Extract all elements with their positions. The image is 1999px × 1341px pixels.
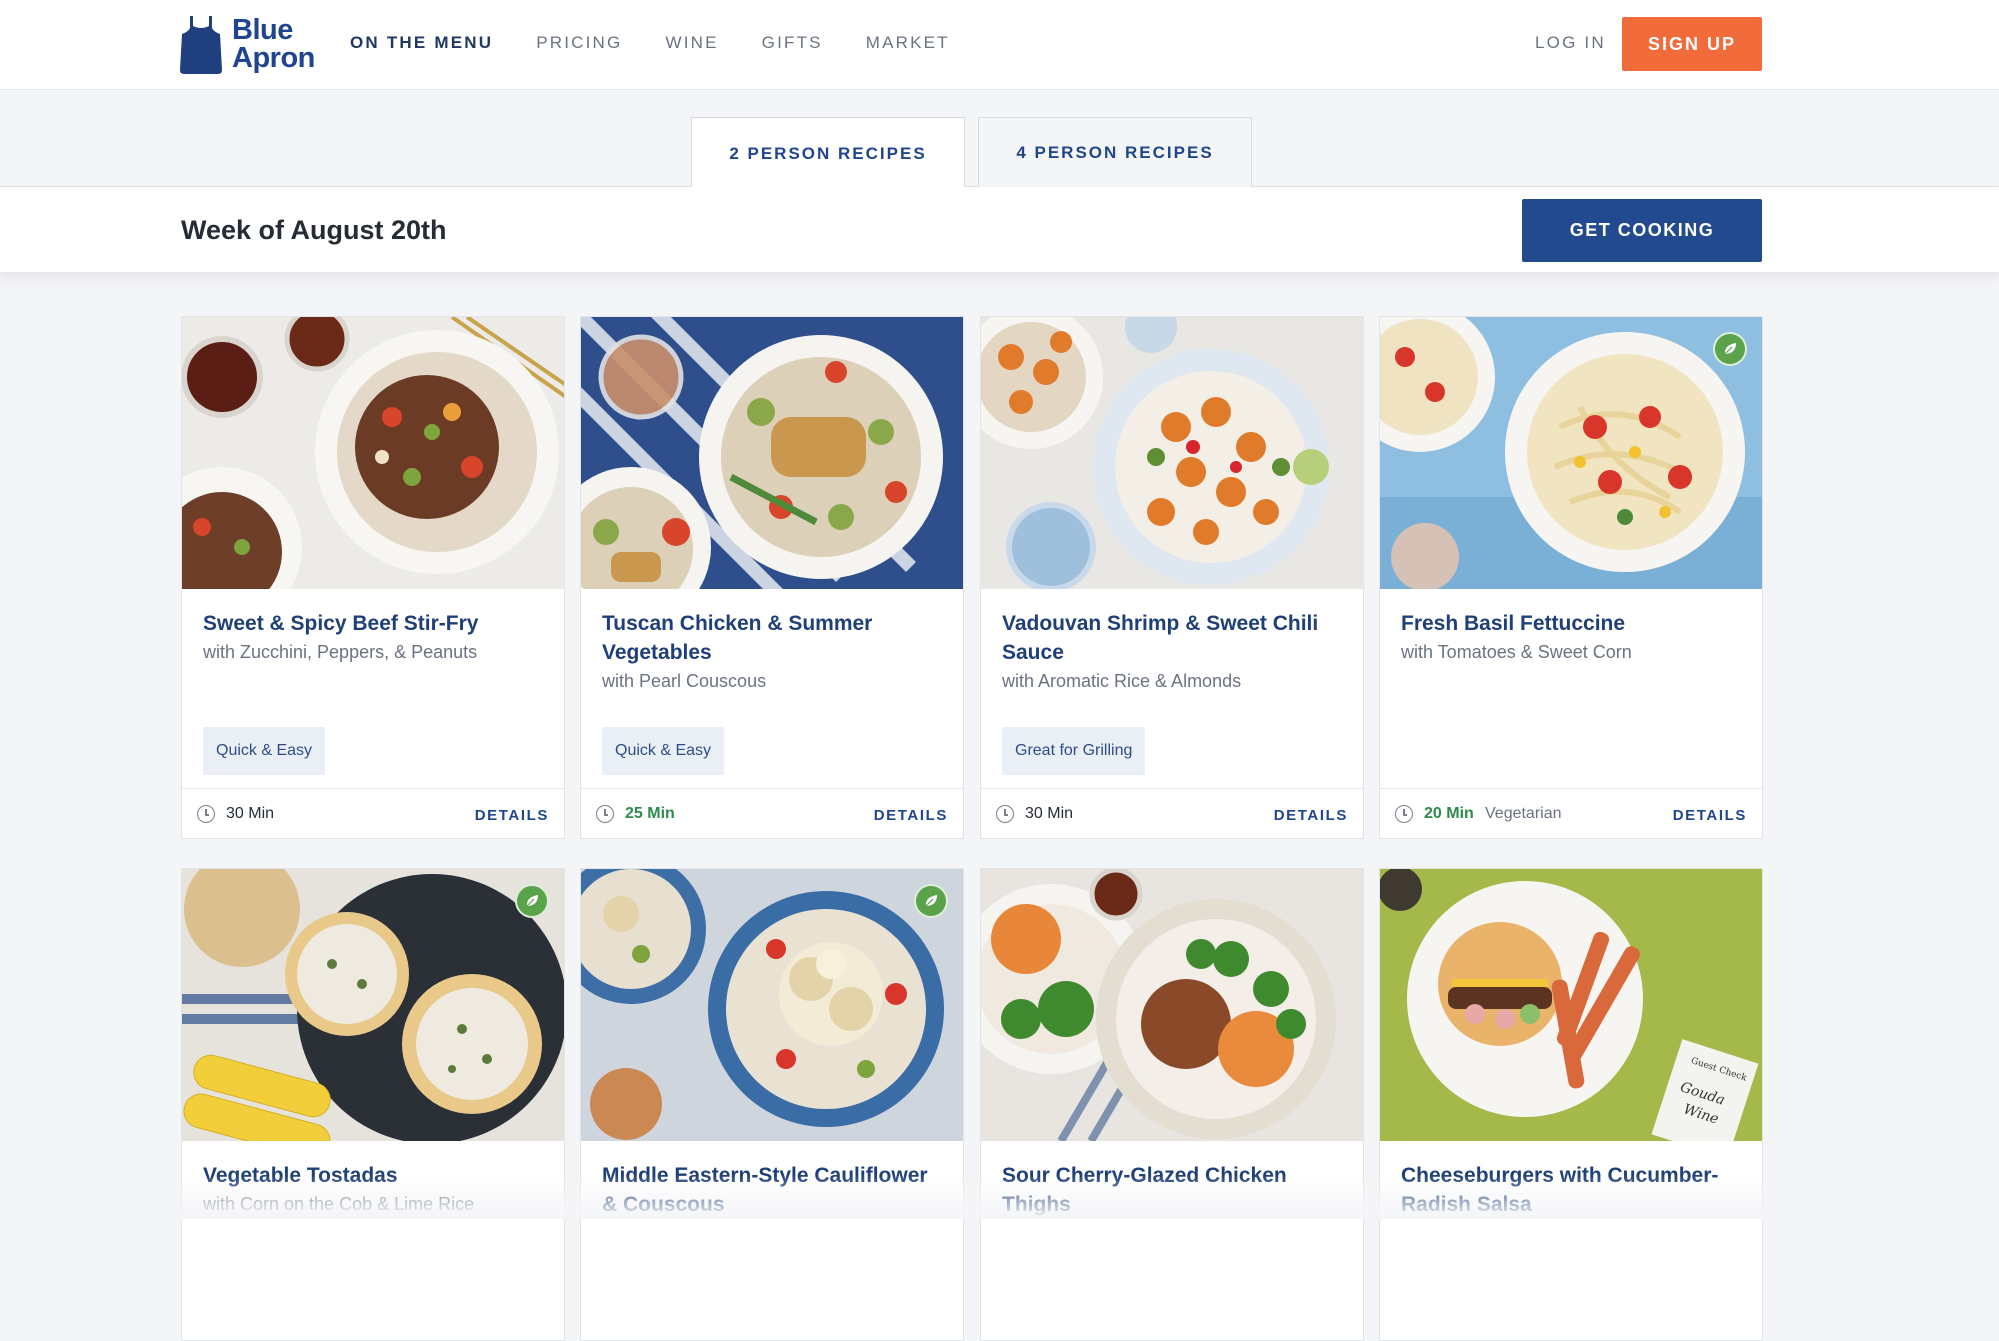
recipe-image: [981, 869, 1363, 1141]
recipe-tag: Great for Grilling: [1002, 727, 1146, 775]
clock-icon: [1395, 805, 1413, 823]
signup-button[interactable]: SIGN UP: [1622, 17, 1762, 71]
recipe-info: Middle Eastern-Style Cauliflower & Cousc…: [581, 1141, 963, 1340]
nav-gifts[interactable]: GIFTS: [762, 33, 823, 53]
recipe-image: [981, 317, 1363, 589]
recipe-image: [182, 869, 564, 1141]
logo-wordmark: Blue Apron: [232, 14, 315, 74]
recipe-info: Fresh Basil Fettuccine with Tomatoes & S…: [1380, 589, 1762, 788]
recipe-title: Fresh Basil Fettuccine: [1401, 612, 1626, 635]
get-cooking-button[interactable]: GET COOKING: [1522, 199, 1762, 262]
clock-icon: [996, 805, 1014, 823]
week-bar: Week of August 20th GET COOKING: [0, 187, 1999, 273]
recipe-card[interactable]: Vegetable Tostadas with Corn on the Cob …: [181, 868, 565, 1341]
cook-time: 25 Min: [625, 805, 675, 822]
recipe-subtitle: with Corn on the Cob & Lime Rice: [203, 1194, 475, 1214]
recipe-subtitle: with Pearl Couscous: [602, 671, 767, 691]
recipe-card[interactable]: Middle Eastern-Style Cauliflower & Cousc…: [580, 868, 964, 1341]
nav-market[interactable]: MARKET: [866, 33, 950, 53]
recipe-image: [182, 317, 564, 589]
recipe-footer: 20 Min Vegetarian DETAILS: [1380, 788, 1762, 838]
top-navigation: Blue Apron ON THE MENU PRICING WINE GIFT…: [0, 0, 1999, 90]
login-link[interactable]: LOG IN: [1535, 33, 1606, 53]
recipe-title: Tuscan Chicken & Summer Vegetables: [602, 612, 873, 664]
recipe-title: Vadouvan Shrimp & Sweet Chili Sauce: [1002, 612, 1319, 664]
recipe-info: Tuscan Chicken & Summer Vegetables with …: [581, 589, 963, 788]
cook-time: 20 Min: [1424, 805, 1474, 822]
recipe-title: Middle Eastern-Style Cauliflower & Cousc…: [602, 1164, 928, 1216]
recipe-card[interactable]: Fresh Basil Fettuccine with Tomatoes & S…: [1379, 316, 1763, 839]
details-link[interactable]: DETAILS: [874, 807, 948, 824]
vegetarian-leaf-icon: [1713, 332, 1747, 366]
recipe-image: [581, 317, 963, 589]
recipe-footer: 30 Min DETAILS: [981, 788, 1363, 838]
recipe-info: Vadouvan Shrimp & Sweet Chili Sauce with…: [981, 589, 1363, 788]
tab-2-person-recipes[interactable]: 2 PERSON RECIPES: [691, 117, 965, 189]
recipe-title: Cheeseburgers with Cucumber-Radish Salsa: [1401, 1164, 1719, 1216]
nav-wine[interactable]: WINE: [665, 33, 718, 53]
recipe-image: Guest Check Gouda Wine: [1380, 869, 1762, 1141]
clock-icon: [197, 805, 215, 823]
apron-icon: [180, 16, 222, 74]
recipe-title: Sour Cherry-Glazed Chicken Thighs: [1002, 1164, 1287, 1216]
tab-4-person-recipes[interactable]: 4 PERSON RECIPES: [978, 117, 1252, 188]
cook-time: 30 Min: [1025, 805, 1074, 822]
recipe-image: [1380, 317, 1762, 589]
main-menu: ON THE MENU PRICING WINE GIFTS MARKET: [350, 0, 993, 86]
details-link[interactable]: DETAILS: [1673, 807, 1747, 824]
nav-pricing[interactable]: PRICING: [536, 33, 622, 53]
recipe-card[interactable]: Vadouvan Shrimp & Sweet Chili Sauce with…: [980, 316, 1364, 839]
vegetarian-leaf-icon: [914, 884, 948, 918]
recipe-subtitle: with Tomatoes & Sweet Corn: [1401, 642, 1632, 662]
recipe-tag: Quick & Easy: [203, 727, 326, 775]
week-title: Week of August 20th: [181, 215, 447, 245]
recipe-image: [581, 869, 963, 1141]
recipe-info: Sour Cherry-Glazed Chicken Thighs: [981, 1141, 1363, 1340]
cook-time: 30 Min: [226, 805, 275, 822]
recipe-tag: Quick & Easy: [602, 727, 725, 775]
recipe-footer: 25 Min DETAILS: [581, 788, 963, 838]
recipe-subtitle: with Zucchini, Peppers, & Peanuts: [203, 642, 478, 662]
recipe-footer: 30 Min DETAILS: [182, 788, 564, 838]
blue-apron-logo[interactable]: Blue Apron: [180, 14, 315, 74]
details-link[interactable]: DETAILS: [475, 807, 549, 824]
diet-label: Vegetarian: [1485, 805, 1562, 822]
nav-on-the-menu[interactable]: ON THE MENU: [350, 33, 493, 53]
recipe-info: Cheeseburgers with Cucumber-Radish Salsa: [1380, 1141, 1762, 1340]
servings-tabs: 2 PERSON RECIPES 4 PERSON RECIPES: [0, 91, 1999, 189]
recipe-title: Vegetable Tostadas: [203, 1164, 398, 1187]
recipe-title: Sweet & Spicy Beef Stir-Fry: [203, 612, 479, 635]
recipe-card[interactable]: Sweet & Spicy Beef Stir-Fry with Zucchin…: [181, 316, 565, 839]
recipe-subtitle: with Aromatic Rice & Almonds: [1002, 671, 1242, 691]
recipe-card[interactable]: Tuscan Chicken & Summer Vegetables with …: [580, 316, 964, 839]
details-link[interactable]: DETAILS: [1274, 807, 1348, 824]
recipe-card[interactable]: Sour Cherry-Glazed Chicken Thighs: [980, 868, 1364, 1341]
vegetarian-leaf-icon: [515, 884, 549, 918]
clock-icon: [596, 805, 614, 823]
recipe-info: Sweet & Spicy Beef Stir-Fry with Zucchin…: [182, 589, 564, 788]
recipe-info: Vegetable Tostadas with Corn on the Cob …: [182, 1141, 564, 1340]
recipe-card[interactable]: Guest Check Gouda Wine Cheeseburgers wit…: [1379, 868, 1763, 1341]
